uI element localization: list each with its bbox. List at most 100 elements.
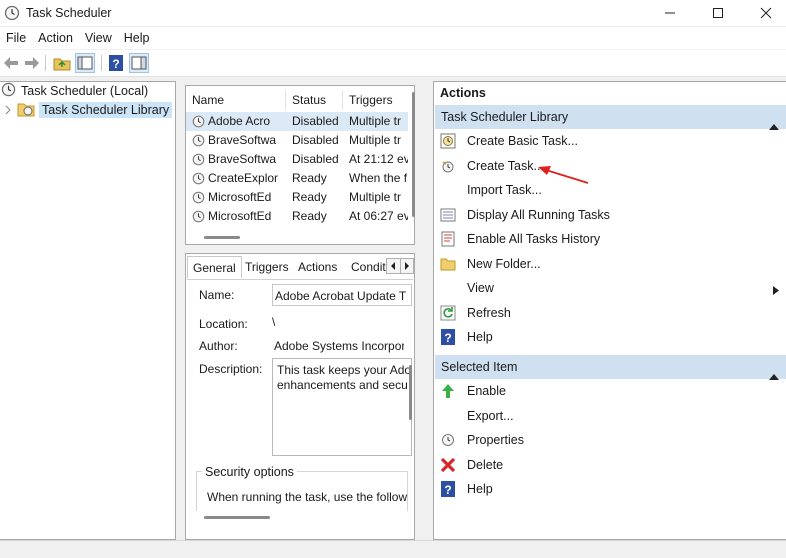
window-title: Task Scheduler (26, 6, 112, 20)
action-display-all-running-tasks[interactable]: Display All Running Tasks (435, 203, 786, 227)
action-new-folder[interactable]: New Folder... (435, 252, 786, 276)
action-help[interactable]: ? Help (435, 477, 786, 501)
action-enable-all-tasks-history[interactable]: Enable All Tasks History (435, 227, 786, 251)
cell-status: Ready (292, 171, 327, 185)
task-clock-icon (192, 134, 205, 147)
refresh-icon (440, 305, 456, 321)
menu-action[interactable]: Action (32, 31, 79, 45)
author-label: Author: (199, 339, 238, 353)
location-value: \ (272, 315, 276, 329)
action-view[interactable]: View (435, 276, 786, 300)
tab-actions[interactable]: Actions (293, 256, 342, 278)
up-folder-icon[interactable] (52, 53, 72, 73)
cell-triggers: At 06:27 ev (349, 209, 408, 223)
table-row[interactable]: CreateExplor Ready When the f (186, 169, 408, 188)
name-value: Adobe Acrobat Update T (275, 289, 407, 303)
show-hide-action-pane-icon[interactable] (129, 53, 149, 73)
tab-conditions[interactable]: Condit (346, 256, 391, 278)
security-options-title: Security options (202, 465, 297, 479)
cell-triggers: Multiple tr (349, 190, 402, 204)
vertical-scrollbar[interactable] (412, 92, 415, 217)
blank-icon-slot (440, 280, 456, 296)
action-label: Help (467, 482, 493, 496)
column-header-triggers[interactable]: Triggers (343, 90, 408, 110)
forward-arrow-icon[interactable] (22, 53, 42, 73)
clock-icon (1, 82, 16, 100)
task-clock-icon (192, 191, 205, 204)
action-label: Create Task... (467, 158, 544, 173)
tab-triggers[interactable]: Triggers (240, 256, 294, 278)
name-field[interactable]: Adobe Acrobat Update T (272, 284, 412, 306)
cell-status: Disabled (292, 133, 339, 147)
description-label: Description: (199, 362, 263, 376)
task-clock-icon (192, 115, 205, 128)
maximize-button[interactable] (698, 0, 738, 26)
help-icon[interactable]: ? (106, 53, 126, 73)
cell-triggers: When the f (349, 171, 408, 185)
toolbar-separator (45, 55, 46, 71)
action-delete[interactable]: Delete (435, 453, 786, 477)
cell-triggers: Multiple tr (349, 114, 402, 128)
table-row[interactable]: BraveSoftwa Disabled At 21:12 ev (186, 150, 408, 169)
cell-name: CreateExplor (208, 171, 279, 185)
action-help[interactable]: ? Help (435, 325, 786, 349)
action-refresh[interactable]: Refresh (435, 301, 786, 325)
cell-status: Ready (292, 209, 327, 223)
tab-scroll-right-button[interactable] (401, 259, 414, 273)
action-label: Create Basic Task... (467, 134, 578, 148)
menu-help[interactable]: Help (118, 31, 156, 45)
tree-item-library[interactable]: Task Scheduler Library (4, 101, 173, 119)
close-button[interactable] (746, 0, 786, 26)
action-label: Help (467, 330, 493, 344)
column-header-name[interactable]: Name (186, 90, 286, 110)
menu-file[interactable]: File (0, 31, 32, 45)
properties-icon (440, 432, 456, 448)
section-header-library[interactable]: Task Scheduler Library (435, 105, 786, 130)
tab-general[interactable]: General (187, 256, 242, 278)
tab-scroll-left-button[interactable] (387, 259, 401, 273)
column-header-status[interactable]: Status (286, 90, 343, 110)
task-clock-icon (192, 210, 205, 223)
cell-status: Ready (292, 190, 327, 204)
create-task-icon (440, 158, 456, 174)
table-row[interactable]: BraveSoftwa Disabled Multiple tr (186, 131, 408, 150)
horizontal-scrollbar[interactable] (204, 236, 240, 239)
action-create-task[interactable]: Create Task... (435, 154, 786, 178)
cell-status: Disabled (292, 152, 339, 166)
menu-view[interactable]: View (79, 31, 118, 45)
tree-item-label: Task Scheduler Library (39, 102, 173, 118)
table-row[interactable]: Adobe Acro Disabled Multiple tr (186, 112, 408, 131)
section-header-selected-item[interactable]: Selected Item (435, 355, 786, 380)
console-tree: Task Scheduler (Local) Task Scheduler Li… (0, 81, 176, 540)
status-bar (0, 540, 786, 558)
tab-divider (187, 279, 413, 280)
section-title: Task Scheduler Library (441, 110, 569, 124)
tab-scroll-buttons (386, 258, 414, 274)
task-scheduler-clock-icon (4, 5, 20, 21)
table-row[interactable]: MicrosoftEd Ready At 06:27 ev (186, 207, 408, 226)
back-arrow-icon[interactable] (1, 53, 21, 73)
action-enable[interactable]: Enable (435, 379, 786, 403)
running-tasks-icon (440, 207, 456, 223)
table-row[interactable]: MicrosoftEd Ready Multiple tr (186, 188, 408, 207)
help-icon: ? (440, 329, 456, 345)
show-hide-tree-icon[interactable] (75, 53, 95, 73)
minimize-button[interactable] (650, 0, 690, 26)
actions-title: Actions (440, 86, 486, 100)
folder-icon (440, 256, 456, 272)
tree-item-root[interactable]: Task Scheduler (Local) (1, 82, 148, 100)
action-create-basic-task[interactable]: Create Basic Task... (435, 129, 786, 153)
action-properties[interactable]: Properties (435, 428, 786, 452)
name-label: Name: (199, 288, 235, 302)
action-import-task[interactable]: Import Task... (435, 178, 786, 202)
description-field[interactable]: This task keeps your Ado enhancements an… (272, 358, 412, 456)
cell-status: Disabled (292, 114, 339, 128)
chevron-right-icon[interactable] (4, 105, 16, 115)
help-icon: ? (440, 481, 456, 497)
horizontal-scrollbar[interactable] (204, 516, 270, 519)
security-options-text: When running the task, use the follow (207, 490, 407, 504)
toolbar: ? (0, 50, 786, 77)
description-scrollbar[interactable] (409, 365, 412, 420)
action-export[interactable]: Export... (435, 404, 786, 428)
actions-pane: Actions Task Scheduler Library Create Ba… (433, 81, 786, 540)
